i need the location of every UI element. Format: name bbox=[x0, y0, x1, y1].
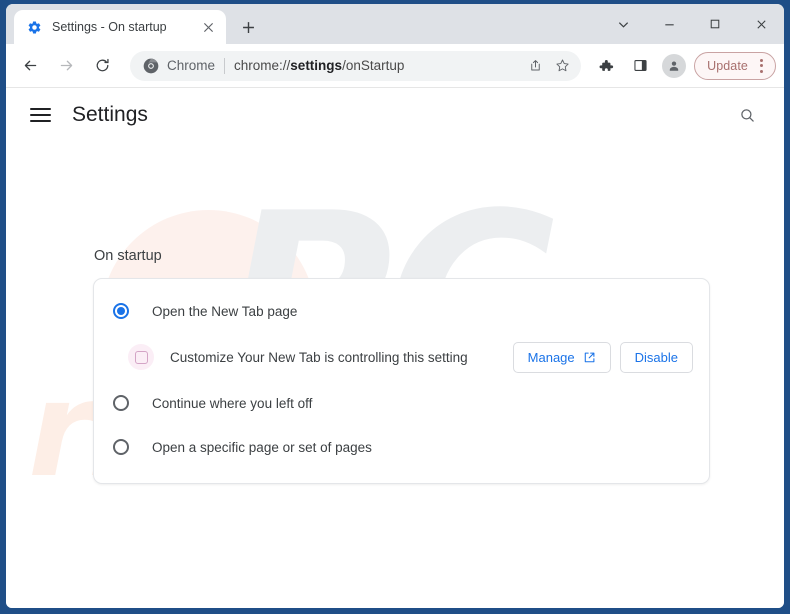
settings-gear-icon bbox=[26, 19, 42, 35]
chrome-logo-icon bbox=[142, 57, 159, 74]
page-title: Settings bbox=[72, 103, 148, 126]
radio-button[interactable] bbox=[110, 300, 132, 322]
kebab-menu-icon[interactable] bbox=[751, 55, 771, 77]
window-controls bbox=[600, 4, 784, 44]
settings-header: Settings bbox=[6, 88, 784, 142]
close-icon[interactable] bbox=[198, 17, 218, 37]
chevron-down-icon[interactable] bbox=[600, 4, 646, 44]
person-avatar-icon[interactable] bbox=[662, 53, 687, 78]
update-label: Update bbox=[707, 58, 748, 73]
window-inner: Settings - On startup Chrome chrome://se… bbox=[6, 4, 784, 608]
disable-button[interactable]: Disable bbox=[619, 341, 693, 373]
on-startup-card: Open the New Tab page Customize Your New… bbox=[93, 278, 710, 484]
section-title: On startup bbox=[94, 248, 162, 264]
radio-button[interactable] bbox=[110, 392, 132, 414]
settings-page: PC risk.com Settings On startup bbox=[6, 88, 784, 608]
manage-label: Manage bbox=[527, 349, 575, 365]
omnibox-scheme-label: Chrome bbox=[167, 58, 216, 73]
update-button[interactable]: Update bbox=[694, 51, 776, 80]
extension-puzzle-icon bbox=[128, 344, 154, 370]
new-tab-button[interactable] bbox=[234, 13, 262, 41]
startup-option-continue[interactable]: Continue where you left off bbox=[94, 381, 709, 425]
maximize-icon[interactable] bbox=[692, 4, 738, 44]
startup-option-new-tab[interactable]: Open the New Tab page bbox=[94, 289, 709, 333]
option-label: Open a specific page or set of pages bbox=[152, 439, 372, 455]
option-label: Open the New Tab page bbox=[152, 303, 298, 319]
share-icon[interactable] bbox=[522, 53, 548, 79]
extension-notice-text: Customize Your New Tab is controlling th… bbox=[170, 349, 468, 365]
tab-strip: Settings - On startup bbox=[6, 4, 784, 44]
radio-button[interactable] bbox=[110, 436, 132, 458]
side-panel-icon[interactable] bbox=[625, 51, 655, 81]
search-icon[interactable] bbox=[732, 100, 762, 130]
extension-control-notice: Customize Your New Tab is controlling th… bbox=[94, 333, 709, 381]
startup-option-specific-pages[interactable]: Open a specific page or set of pages bbox=[94, 425, 709, 469]
browser-toolbar: Chrome chrome://settings/onStartup Updat… bbox=[6, 44, 784, 88]
omnibox-divider bbox=[224, 57, 226, 74]
minimize-icon[interactable] bbox=[646, 4, 692, 44]
puzzle-piece-icon[interactable] bbox=[591, 51, 621, 81]
option-label: Continue where you left off bbox=[152, 395, 313, 411]
hamburger-menu-icon[interactable] bbox=[30, 102, 56, 128]
external-link-icon bbox=[583, 351, 596, 364]
tab-title: Settings - On startup bbox=[52, 20, 167, 34]
forward-button[interactable] bbox=[50, 50, 82, 82]
browser-tab-settings[interactable]: Settings - On startup bbox=[14, 10, 226, 44]
browser-window: Settings - On startup Chrome chrome://se… bbox=[0, 0, 790, 614]
star-icon[interactable] bbox=[549, 53, 575, 79]
manage-button[interactable]: Manage bbox=[512, 341, 611, 373]
disable-label: Disable bbox=[634, 349, 678, 365]
reload-button[interactable] bbox=[86, 50, 118, 82]
omnibox-url-text: chrome://settings/onStartup bbox=[234, 58, 405, 73]
close-icon[interactable] bbox=[738, 4, 784, 44]
back-button[interactable] bbox=[14, 50, 46, 82]
settings-content: On startup Open the New Tab page Customi… bbox=[6, 142, 784, 484]
address-bar[interactable]: Chrome chrome://settings/onStartup bbox=[130, 50, 582, 81]
